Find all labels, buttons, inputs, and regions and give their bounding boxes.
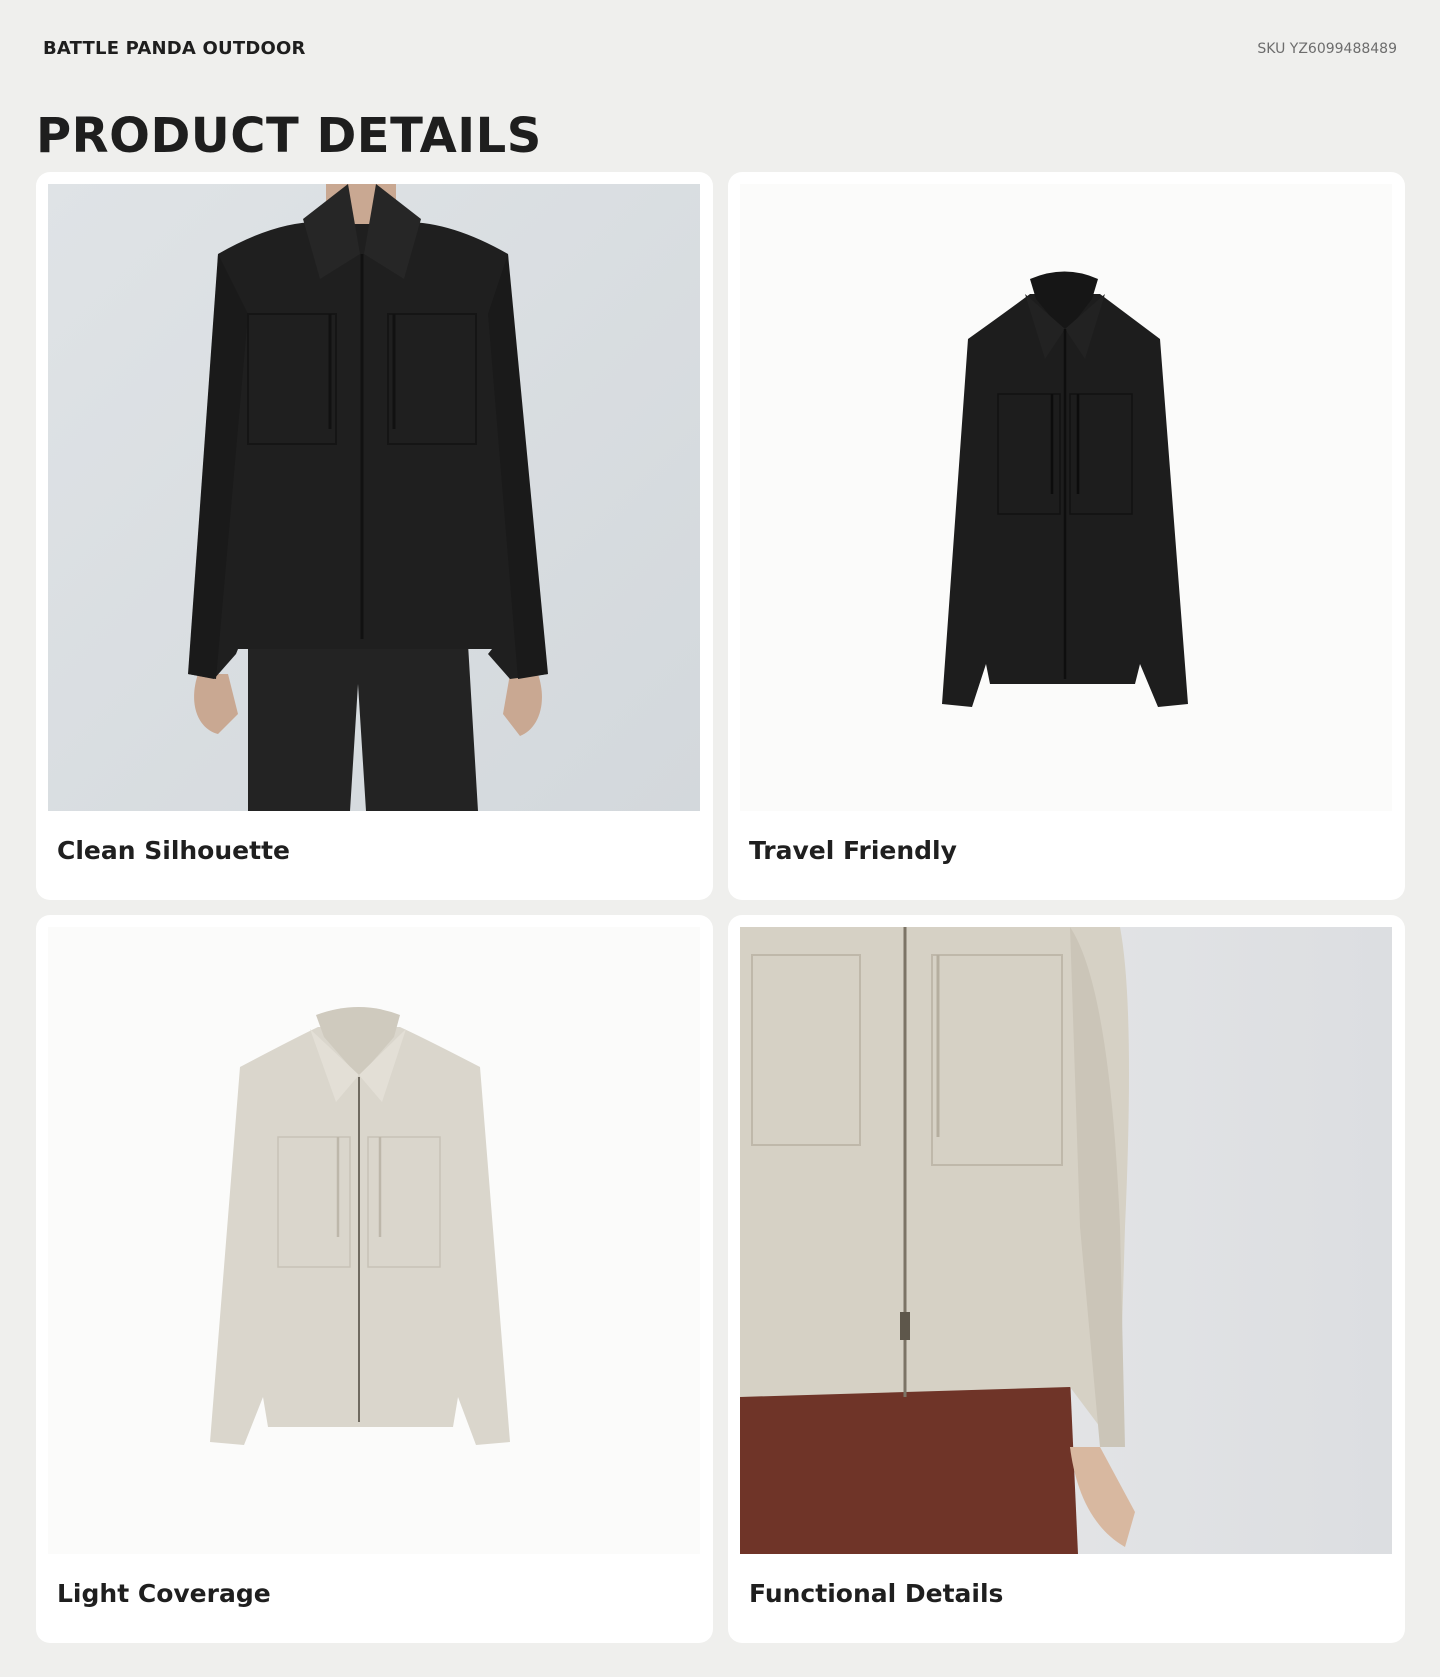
- card-caption: Functional Details: [749, 1579, 1004, 1608]
- card-caption: Travel Friendly: [749, 836, 957, 865]
- product-card-functional-details[interactable]: Functional Details: [728, 915, 1405, 1643]
- product-image-stone-jacket-flat[interactable]: [48, 927, 700, 1554]
- product-card-travel-friendly[interactable]: Travel Friendly: [728, 172, 1405, 900]
- card-caption: Clean Silhouette: [57, 836, 290, 865]
- product-card-clean-silhouette[interactable]: Clean Silhouette: [36, 172, 713, 900]
- product-image-model-black-jacket[interactable]: [48, 184, 700, 811]
- product-card-light-coverage[interactable]: Light Coverage: [36, 915, 713, 1643]
- page-title: PRODUCT DETAILS: [36, 108, 542, 164]
- card-caption: Light Coverage: [57, 1579, 271, 1608]
- brand-name[interactable]: BATTLE PANDA OUTDOOR: [43, 38, 306, 59]
- product-image-black-jacket-flat[interactable]: [740, 184, 1392, 811]
- page-header: BATTLE PANDA OUTDOOR SKU YZ6099488489: [43, 38, 1397, 59]
- product-image-stone-jacket-closeup[interactable]: [740, 927, 1392, 1554]
- sku-label: SKU YZ6099488489: [1257, 40, 1397, 57]
